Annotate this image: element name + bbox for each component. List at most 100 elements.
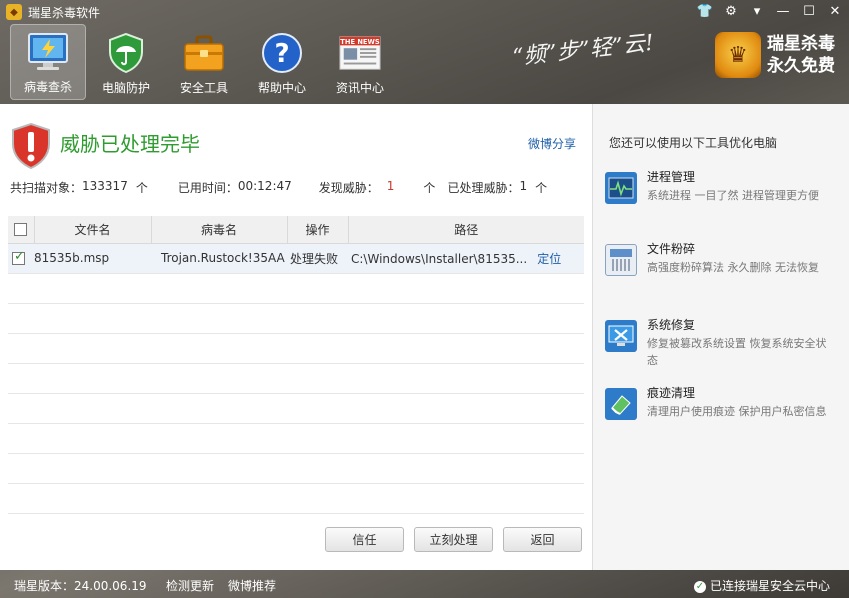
tool-process-manager[interactable]: 进程管理 系统进程 一目了然 进程管理更方便 xyxy=(605,168,837,204)
found-label: 发现威胁： xyxy=(318,181,379,195)
tool-name: 痕迹清理 xyxy=(647,386,696,400)
nav-help-center[interactable]: ? 帮助中心 xyxy=(244,24,320,100)
cell-path: C:\Windows\Installer\81535... 定位 xyxy=(348,243,584,274)
weibo-recommend-link[interactable]: 微博推荐 xyxy=(228,577,276,594)
slogan: “频”步”轻”云! xyxy=(511,30,656,71)
nav-pc-protection[interactable]: 电脑防护 xyxy=(88,24,164,100)
table-row xyxy=(8,483,584,514)
tools-panel: 您还可以使用以下工具优化电脑 进程管理 系统进程 一目了然 进程管理更方便 文件… xyxy=(592,104,849,570)
tool-desc: 高强度粉碎算法 永久删除 无法恢复 xyxy=(647,261,819,274)
umbrella-shield-icon xyxy=(104,31,148,75)
svg-text:?: ? xyxy=(274,39,289,69)
lion-logo-icon: ◆ xyxy=(6,4,22,20)
main-nav: 病毒查杀 电脑防护 安全工具 ? 帮助中心 THE NEWS 资讯中心 xyxy=(10,24,398,100)
cloud-status-text: 已连接瑞星安全云中心 xyxy=(710,579,831,593)
table-row xyxy=(8,303,584,334)
back-button[interactable]: 返回 xyxy=(503,527,582,552)
cloud-check-icon: ✓ xyxy=(694,580,706,593)
nav-security-tools[interactable]: 安全工具 xyxy=(166,24,242,100)
check-update-link[interactable]: 检测更新 xyxy=(166,577,214,594)
window-title: 瑞星杀毒软件 xyxy=(28,5,101,20)
monitor-scan-icon xyxy=(26,30,70,74)
nav-news-center[interactable]: THE NEWS 资讯中心 xyxy=(322,24,398,100)
result-header: 威胁已处理完毕 xyxy=(10,122,200,170)
trust-button[interactable]: 信任 xyxy=(325,527,404,552)
brand-line-1: 瑞星杀毒 xyxy=(767,34,835,54)
handled-unit: 个 xyxy=(535,181,548,195)
lion-brand-icon: ♛ xyxy=(715,32,761,78)
window-controls: 👕 ⚙ ▾ — ☐ ✕ xyxy=(695,2,845,20)
tool-desc: 清理用户使用痕迹 保护用户私密信息 xyxy=(647,405,827,418)
system-repair-icon xyxy=(605,320,637,352)
nav-label: 病毒查杀 xyxy=(23,80,72,94)
cell-filename: 81535b.msp xyxy=(34,243,151,274)
tool-desc: 修复被篡改系统设置 恢复系统安全状态 xyxy=(647,337,827,367)
select-all-checkbox[interactable] xyxy=(14,223,28,237)
warning-shield-icon xyxy=(12,122,50,170)
table-row xyxy=(8,393,584,424)
select-all-cell xyxy=(8,216,35,244)
status-bar: 瑞星版本：24.00.06.19 检测更新 微博推荐 ✓ 已连接瑞星安全云中心 xyxy=(0,570,849,598)
row-checkbox[interactable] xyxy=(12,249,25,265)
cell-virus: Trojan.Rustock!35AA xyxy=(151,243,287,274)
scanned-unit: 个 xyxy=(135,181,148,195)
cell-action: 处理失败 xyxy=(287,243,348,274)
column-header-path[interactable]: 路径 xyxy=(348,216,584,244)
nav-virus-scan[interactable]: 病毒查杀 xyxy=(10,24,86,100)
eraser-icon xyxy=(605,388,637,420)
tool-trace-cleaner[interactable]: 痕迹清理 清理用户使用痕迹 保护用户私密信息 xyxy=(605,384,837,420)
process-now-button[interactable]: 立刻处理 xyxy=(414,527,493,552)
cloud-status[interactable]: ✓ 已连接瑞星安全云中心 xyxy=(694,577,830,594)
brand-line-2: 永久免费 xyxy=(767,56,835,76)
column-header-virus[interactable]: 病毒名 xyxy=(151,216,288,244)
news-icon: THE NEWS xyxy=(338,31,382,75)
version-text: 瑞星版本：24.00.06.19 xyxy=(14,579,147,593)
found-value: 1 xyxy=(386,179,395,193)
news-icon-text: THE NEWS xyxy=(340,38,380,46)
handled-value: 1 xyxy=(519,179,528,193)
table-row[interactable]: 81535b.msp Trojan.Rustock!35AA 处理失败 C:\W… xyxy=(8,243,584,274)
skin-shirt-icon[interactable]: 👕 xyxy=(695,2,715,20)
file-shredder-icon xyxy=(605,244,637,276)
toolbox-icon xyxy=(182,31,226,75)
main-window: ◆ 瑞星杀毒软件 👕 ⚙ ▾ — ☐ ✕ 病毒查杀 电脑防护 安全工具 ? 帮助… xyxy=(0,0,849,598)
content-area: 威胁已处理完毕 微博分享 共扫描对象： 133317 个 已用时间： 00:12… xyxy=(0,104,849,570)
table-row xyxy=(8,333,584,364)
time-value: 00:12:47 xyxy=(237,179,292,193)
threat-table: 文件名 病毒名 操作 路径 81535b.msp Trojan.Rustock!… xyxy=(8,216,584,514)
column-header-action[interactable]: 操作 xyxy=(287,216,349,244)
scanned-value: 133317 xyxy=(82,179,128,193)
column-header-filename[interactable]: 文件名 xyxy=(34,216,152,244)
scanned-label: 共扫描对象： xyxy=(10,181,83,195)
maximize-icon[interactable]: ☐ xyxy=(799,2,819,20)
nav-label: 电脑防护 xyxy=(101,81,150,95)
table-row xyxy=(8,363,584,394)
tool-system-repair[interactable]: 系统修复 修复被篡改系统设置 恢复系统安全状态 xyxy=(605,316,837,369)
brand: ♛ 瑞星杀毒 永久免费 xyxy=(715,32,835,78)
close-icon[interactable]: ✕ xyxy=(825,2,845,20)
main-menu-icon[interactable]: ▾ xyxy=(747,2,767,20)
tools-title: 您还可以使用以下工具优化电脑 xyxy=(609,136,778,150)
handled-label: 已处理威胁： xyxy=(447,181,520,195)
table-row xyxy=(8,453,584,484)
table-row xyxy=(8,273,584,304)
row-check-cell xyxy=(8,243,34,274)
nav-label: 资讯中心 xyxy=(335,81,384,95)
tool-file-shredder[interactable]: 文件粉碎 高强度粉碎算法 永久删除 无法恢复 xyxy=(605,240,837,276)
tool-desc: 系统进程 一目了然 进程管理更方便 xyxy=(647,189,819,202)
minimize-icon[interactable]: — xyxy=(773,2,793,20)
locate-link[interactable]: 定位 xyxy=(537,252,561,266)
weibo-share-link[interactable]: 微博分享 xyxy=(528,135,576,152)
title-bar: ◆ 瑞星杀毒软件 👕 ⚙ ▾ — ☐ ✕ xyxy=(0,0,849,24)
scan-stats: 共扫描对象： 133317 个 已用时间： 00:12:47 发现威胁： 1 个… xyxy=(10,179,547,196)
tool-name: 进程管理 xyxy=(647,170,696,184)
process-monitor-icon xyxy=(605,172,637,204)
time-label: 已用时间： xyxy=(177,181,238,195)
nav-label: 安全工具 xyxy=(179,81,228,95)
settings-gear-icon[interactable]: ⚙ xyxy=(721,2,741,20)
path-text: C:\Windows\Installer\81535... xyxy=(351,251,528,266)
result-title: 威胁已处理完毕 xyxy=(60,131,200,156)
found-unit: 个 xyxy=(423,181,436,195)
nav-label: 帮助中心 xyxy=(257,81,306,95)
tool-name: 文件粉碎 xyxy=(647,242,696,256)
